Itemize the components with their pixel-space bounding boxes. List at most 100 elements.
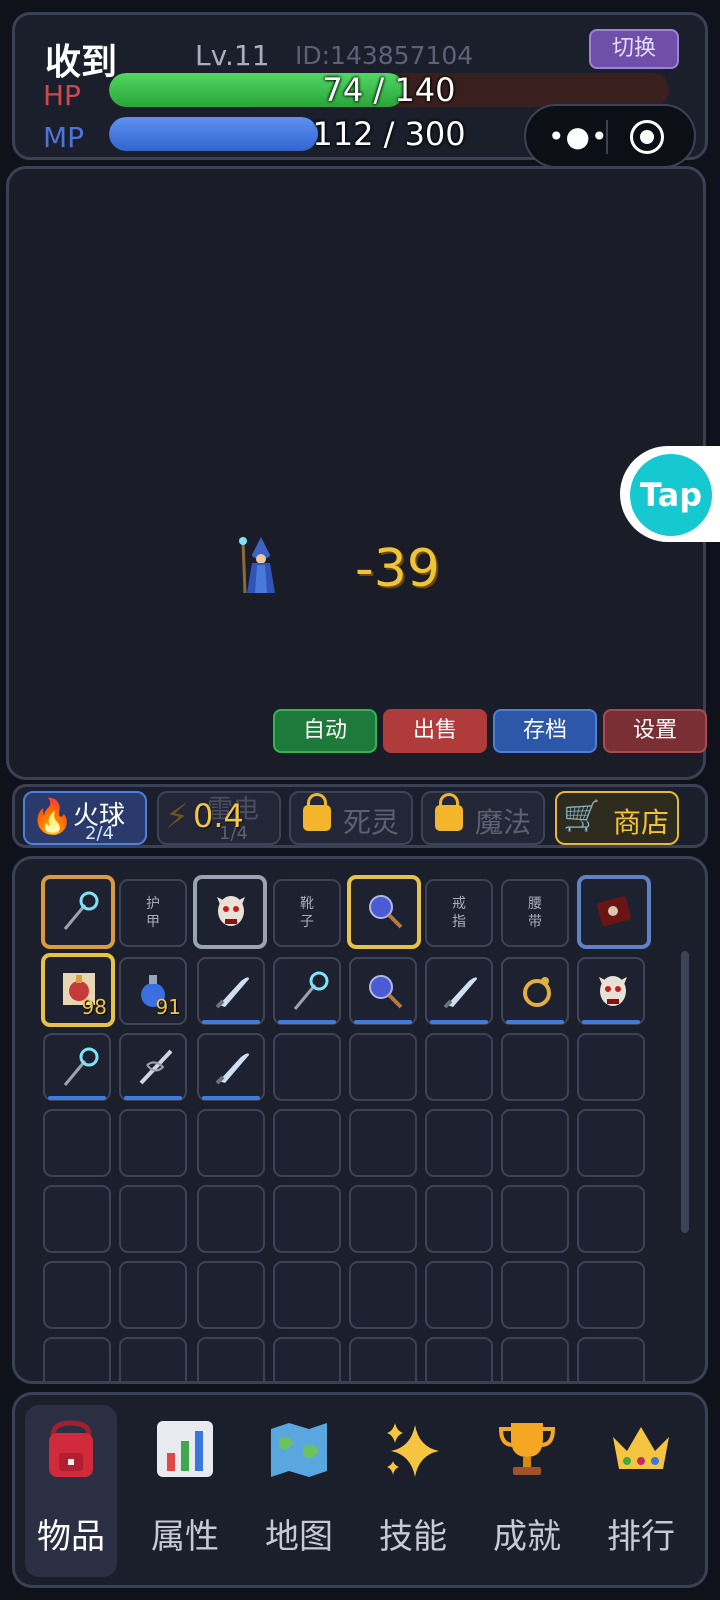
skill-magic-name: 魔法	[475, 806, 532, 839]
bag-slot[interactable]	[197, 957, 265, 1025]
target-icon[interactable]	[630, 120, 664, 154]
bag-slot-empty[interactable]	[501, 1185, 569, 1253]
bag-slot-empty[interactable]	[577, 1261, 645, 1329]
equip-slot-ring[interactable]: 戒 指	[425, 879, 493, 947]
bag-slot-empty[interactable]	[273, 1109, 341, 1177]
switch-button[interactable]: 切换	[589, 29, 679, 69]
bag-slot-empty[interactable]	[119, 1185, 187, 1253]
equip-slot-boots[interactable]: 靴 子	[273, 879, 341, 947]
save-button[interactable]: 存档	[493, 709, 597, 753]
lock-icon	[303, 793, 331, 831]
taptap-badge[interactable]: Tap	[620, 446, 720, 542]
equip-slot-belt[interactable]: 腰 带	[501, 879, 569, 947]
sell-button[interactable]: 出售	[383, 709, 487, 753]
bag-slot-empty[interactable]	[197, 1337, 265, 1381]
bag-slot-empty[interactable]	[273, 1337, 341, 1381]
bag-slot-empty[interactable]	[501, 1261, 569, 1329]
bag-slot-empty[interactable]	[43, 1337, 111, 1381]
ornate-sword-icon	[139, 1049, 173, 1085]
nav-achievements-label: 成就	[493, 1517, 561, 1557]
bag-slot[interactable]	[43, 1033, 111, 1101]
more-dots-icon[interactable]: •●•	[548, 120, 608, 153]
bag-slot-empty[interactable]	[119, 1261, 187, 1329]
bag-slot-empty[interactable]	[577, 1109, 645, 1177]
nav-items[interactable]: 物品	[25, 1405, 117, 1577]
bag-slot-empty[interactable]	[119, 1337, 187, 1381]
equip-slot-helmet[interactable]	[193, 875, 267, 949]
bag-slot[interactable]	[273, 957, 341, 1025]
bag-slot-empty[interactable]	[273, 1185, 341, 1253]
bag-slot-empty[interactable]	[197, 1109, 265, 1177]
item-quantity: 91	[155, 995, 181, 1019]
bag-slot-empty[interactable]	[425, 1261, 493, 1329]
bag-slot[interactable]	[425, 957, 493, 1025]
bag-slot-empty[interactable]	[273, 1033, 341, 1101]
bag-slot-empty[interactable]	[43, 1261, 111, 1329]
gold-ring-icon	[523, 977, 551, 1007]
equip-slot-weapon[interactable]	[41, 875, 115, 949]
equip-belt-label: 腰 带	[528, 896, 542, 930]
bag-slot[interactable]	[197, 1033, 265, 1101]
auto-button[interactable]: 自动	[273, 709, 377, 753]
bag-slot[interactable]	[349, 957, 417, 1025]
bag-slot-empty[interactable]	[43, 1185, 111, 1253]
skill-thunder[interactable]: 雷电 1/4 ⚡ 0.4	[157, 791, 281, 845]
bag-slot[interactable]	[577, 957, 645, 1025]
bag-slot[interactable]: 91	[119, 957, 187, 1025]
crown-icon	[613, 1427, 669, 1469]
player-id: ID:143857104	[295, 41, 474, 70]
bag-slot-empty[interactable]	[273, 1261, 341, 1329]
item-durability-bar	[202, 1096, 260, 1100]
sparkle-icon	[387, 1423, 439, 1477]
item-durability-bar	[506, 1020, 564, 1024]
bag-slot-empty[interactable]	[349, 1033, 417, 1101]
skill-magic[interactable]: 魔法	[421, 791, 545, 845]
bag-slot[interactable]	[501, 957, 569, 1025]
bag-slot-empty[interactable]	[349, 1337, 417, 1381]
bag-slot-empty[interactable]	[577, 1185, 645, 1253]
bag-slot-empty[interactable]	[119, 1109, 187, 1177]
skill-fireball[interactable]: 🔥 火球 2/4	[23, 791, 147, 845]
bag-slot[interactable]: 98	[41, 953, 115, 1027]
shop-button[interactable]: 🛒 商店	[555, 791, 679, 845]
bag-slot-empty[interactable]	[197, 1261, 265, 1329]
bag-slot-empty[interactable]	[349, 1185, 417, 1253]
magnifier-icon	[369, 975, 403, 1009]
nav-ranking[interactable]: 排行	[595, 1405, 687, 1577]
trophy-icon	[498, 1423, 556, 1475]
skill-bar: 🔥 火球 2/4 雷电 1/4 ⚡ 0.4 死灵 魔法 🛒 商店	[12, 784, 708, 848]
equip-armor-label: 护 甲	[146, 896, 160, 930]
nav-achievements[interactable]: 成就	[481, 1405, 573, 1577]
item-durability-bar	[582, 1020, 640, 1024]
bag-slot-empty[interactable]	[43, 1109, 111, 1177]
nav-map[interactable]: 地图	[253, 1405, 345, 1577]
equip-slot-accessory[interactable]	[347, 875, 421, 949]
hp-label: HP	[43, 79, 81, 112]
capsule-divider	[606, 120, 608, 154]
item-durability-bar	[354, 1020, 412, 1024]
bag-slot-empty[interactable]	[501, 1337, 569, 1381]
inventory-scrollbar[interactable]	[681, 951, 689, 1233]
map-icon	[271, 1423, 327, 1477]
skill-necro[interactable]: 死灵	[289, 791, 413, 845]
bag-slot-empty[interactable]	[425, 1109, 493, 1177]
bag-slot-empty[interactable]	[501, 1109, 569, 1177]
bag-slot-empty[interactable]	[425, 1033, 493, 1101]
bag-slot-empty[interactable]	[501, 1033, 569, 1101]
nav-skills-label: 技能	[379, 1517, 447, 1557]
bag-slot-empty[interactable]	[349, 1261, 417, 1329]
bag-slot-empty[interactable]	[425, 1185, 493, 1253]
sword-icon	[215, 977, 249, 1009]
nav-skills[interactable]: 技能	[367, 1405, 459, 1577]
bag-slot-empty[interactable]	[577, 1033, 645, 1101]
bag-slot-empty[interactable]	[349, 1109, 417, 1177]
settings-button[interactable]: 设置	[603, 709, 707, 753]
bag-slot-empty[interactable]	[425, 1337, 493, 1381]
nav-stats[interactable]: 属性	[139, 1405, 231, 1577]
miniprogram-capsule: •●•	[524, 104, 696, 168]
bag-slot-empty[interactable]	[577, 1337, 645, 1381]
equip-slot-armor[interactable]: 护 甲	[119, 879, 187, 947]
equip-slot-tome[interactable]	[577, 875, 651, 949]
bag-slot-empty[interactable]	[197, 1185, 265, 1253]
bag-slot[interactable]	[119, 1033, 187, 1101]
